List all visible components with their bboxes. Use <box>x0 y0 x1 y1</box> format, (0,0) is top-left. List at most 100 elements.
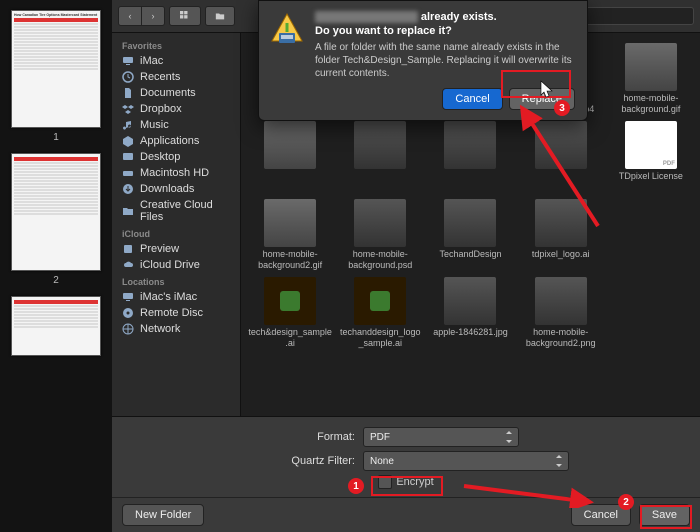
file-label <box>248 171 332 193</box>
sidebar-item-documents[interactable]: Documents <box>112 85 240 101</box>
sidebar-item-music[interactable]: Music <box>112 117 240 133</box>
file-thumb-icon <box>264 277 316 325</box>
replace-dialog: xxxxxxx already exists. Do you want to r… <box>258 0 588 121</box>
quartz-filter-popup[interactable]: None <box>363 451 569 471</box>
file-item[interactable]: home-mobile-background.psd <box>338 197 422 271</box>
app-icon <box>122 243 134 255</box>
page-thumb-3[interactable] <box>11 296 101 356</box>
sidebar-heading-locations: Locations <box>112 273 240 289</box>
file-item[interactable]: tdpixel_logo.ai <box>519 197 603 271</box>
view-mode-button[interactable] <box>169 6 201 26</box>
file-item[interactable]: home-mobile-background.gif <box>609 41 693 115</box>
file-item[interactable]: tech&design_sample.ai <box>248 275 332 349</box>
file-item[interactable]: TDpixel License <box>609 119 693 193</box>
file-label <box>519 171 603 193</box>
file-label: tech&design_sample.ai <box>248 327 332 349</box>
file-label: home-mobile-background.psd <box>338 249 422 271</box>
file-thumb-icon <box>535 277 587 325</box>
sidebar-item-macintosh-hd[interactable]: Macintosh HD <box>112 165 240 181</box>
download-icon <box>122 183 134 195</box>
grid-icon <box>179 11 191 21</box>
sheet-button-bar: New Folder Cancel Save <box>112 497 700 532</box>
dialog-replace-button[interactable]: Replace <box>509 88 575 110</box>
dialog-question: Do you want to replace it? <box>315 25 575 37</box>
sidebar-item-desktop[interactable]: Desktop <box>112 149 240 165</box>
music-icon <box>122 119 134 131</box>
file-item[interactable] <box>248 119 332 193</box>
page-number-1: 1 <box>8 132 104 143</box>
dialog-body: A file or folder with the same name alre… <box>315 41 575 80</box>
file-label: tdpixel_logo.ai <box>519 249 603 271</box>
page-thumb-1[interactable]: How Canadian Tire Options Mastercard Sta… <box>11 10 101 128</box>
file-thumb-icon <box>625 121 677 169</box>
file-item[interactable]: apple-1846281.jpg <box>428 275 512 349</box>
sidebar-item-dropbox[interactable]: Dropbox <box>112 101 240 117</box>
dialog-cancel-button[interactable]: Cancel <box>442 88 502 110</box>
file-label: apple-1846281.jpg <box>428 327 512 349</box>
file-thumb-icon <box>264 121 316 169</box>
file-label <box>338 171 422 193</box>
sidebar-item-imac[interactable]: iMac <box>112 53 240 69</box>
file-label: home-mobile-background2.png <box>519 327 603 349</box>
back-button[interactable]: ‹ <box>118 6 142 26</box>
forward-button[interactable]: › <box>142 6 165 26</box>
file-thumb-icon <box>354 199 406 247</box>
export-options: Format: PDF Quartz Filter: None Encrypt <box>112 416 700 497</box>
file-thumb-icon <box>354 277 406 325</box>
group-button[interactable] <box>205 6 235 26</box>
sidebar: Favorites iMac Recents Documents Dropbox… <box>112 33 241 416</box>
doc-icon <box>122 87 134 99</box>
file-item[interactable]: techanddesign_logo_sample.ai <box>338 275 422 349</box>
file-thumb-icon <box>354 121 406 169</box>
checkbox-icon <box>378 475 392 489</box>
encrypt-label: Encrypt <box>396 476 433 488</box>
file-item[interactable]: home-mobile-background2.gif <box>248 197 332 271</box>
file-item[interactable] <box>338 119 422 193</box>
hd-icon <box>122 167 134 179</box>
sidebar-heading-icloud: iCloud <box>112 225 240 241</box>
dropbox-icon <box>122 103 134 115</box>
encrypt-checkbox[interactable]: Encrypt <box>378 475 433 489</box>
file-label: home-mobile-background.gif <box>609 93 693 115</box>
file-thumb-icon <box>625 43 677 91</box>
sidebar-item-creative-cloud[interactable]: Creative Cloud Files <box>112 197 240 225</box>
file-item[interactable] <box>428 119 512 193</box>
display-icon <box>122 291 134 303</box>
file-thumb-icon <box>264 199 316 247</box>
file-thumb-icon <box>444 199 496 247</box>
file-label: techanddesign_logo_sample.ai <box>338 327 422 349</box>
sidebar-item-icloud-drive[interactable]: iCloud Drive <box>112 257 240 273</box>
sidebar-item-preview[interactable]: Preview <box>112 241 240 257</box>
folder-group-icon <box>214 11 226 21</box>
sidebar-item-network[interactable]: Network <box>112 321 240 337</box>
disc-icon <box>122 307 134 319</box>
warning-icon <box>269 11 305 47</box>
sidebar-heading-favorites: Favorites <box>112 37 240 53</box>
cancel-button[interactable]: Cancel <box>571 504 631 526</box>
file-label <box>428 171 512 193</box>
format-label: Format: <box>205 431 355 443</box>
file-thumb-icon <box>535 121 587 169</box>
page-thumb-2[interactable] <box>11 153 101 271</box>
format-popup[interactable]: PDF <box>363 427 519 447</box>
file-item[interactable]: TechandDesign <box>428 197 512 271</box>
page-number-2: 2 <box>8 275 104 286</box>
sidebar-item-recents[interactable]: Recents <box>112 69 240 85</box>
desktop-icon <box>122 151 134 163</box>
quartz-filter-label: Quartz Filter: <box>205 455 355 467</box>
sidebar-item-applications[interactable]: Applications <box>112 133 240 149</box>
file-thumb-icon <box>444 121 496 169</box>
sidebar-item-imacs-imac[interactable]: iMac's iMac <box>112 289 240 305</box>
file-label: TechandDesign <box>428 249 512 271</box>
file-item[interactable] <box>519 119 603 193</box>
save-button[interactable]: Save <box>639 504 690 526</box>
sidebar-item-remote-disc[interactable]: Remote Disc <box>112 305 240 321</box>
clock-icon <box>122 71 134 83</box>
app-icon <box>122 135 134 147</box>
file-thumb-icon <box>535 199 587 247</box>
new-folder-button[interactable]: New Folder <box>122 504 204 526</box>
file-item[interactable]: home-mobile-background2.png <box>519 275 603 349</box>
sidebar-item-downloads[interactable]: Downloads <box>112 181 240 197</box>
file-thumb-icon <box>444 277 496 325</box>
file-label: TDpixel License <box>609 171 693 193</box>
